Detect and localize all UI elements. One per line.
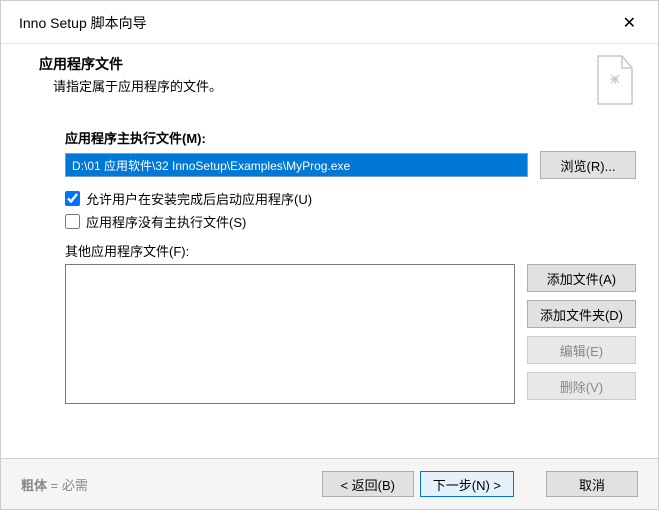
no-main-exec-checkbox[interactable] <box>65 214 80 229</box>
footer-divider <box>520 471 540 497</box>
cancel-button[interactable]: 取消 <box>546 471 638 497</box>
other-files-row: 添加文件(A) 添加文件夹(D) 编辑(E) 删除(V) <box>65 264 636 404</box>
main-exec-label: 应用程序主执行文件(M): <box>65 128 636 147</box>
header-subtitle: 请指定属于应用程序的文件。 <box>39 76 222 95</box>
footer-buttons: < 返回(B) 下一步(N) > 取消 <box>322 471 638 497</box>
other-files-label: 其他应用程序文件(F): <box>65 241 636 260</box>
main-exec-input[interactable] <box>65 153 528 177</box>
titlebar: Inno Setup 脚本向导 ✕ <box>1 1 658 44</box>
content-panel: 应用程序主执行文件(M): 浏览(R)... 允许用户在安装完成后启动应用程序(… <box>1 114 658 458</box>
wizard-header: 应用程序文件 请指定属于应用程序的文件。 <box>1 44 658 114</box>
header-title: 应用程序文件 <box>39 54 222 74</box>
other-files-listbox[interactable] <box>65 264 515 404</box>
page-icon <box>592 54 636 108</box>
footer: 粗体 = 必需 < 返回(B) 下一步(N) > 取消 <box>1 458 658 509</box>
footer-hint: 粗体 = 必需 <box>21 475 322 494</box>
add-folder-button[interactable]: 添加文件夹(D) <box>527 300 636 328</box>
footer-bold-label: 粗体 <box>21 478 47 493</box>
back-button[interactable]: < 返回(B) <box>322 471 414 497</box>
browse-button[interactable]: 浏览(R)... <box>540 151 636 179</box>
allow-launch-row[interactable]: 允许用户在安装完成后启动应用程序(U) <box>65 189 636 208</box>
header-text: 应用程序文件 请指定属于应用程序的文件。 <box>39 54 222 108</box>
allow-launch-label: 允许用户在安装完成后启动应用程序(U) <box>86 189 312 208</box>
add-file-button[interactable]: 添加文件(A) <box>527 264 636 292</box>
allow-launch-checkbox[interactable] <box>65 191 80 206</box>
main-exec-row: 浏览(R)... <box>65 151 636 179</box>
footer-eq: = 必需 <box>51 478 88 493</box>
edit-button: 编辑(E) <box>527 336 636 364</box>
close-icon[interactable]: ✕ <box>615 11 644 35</box>
next-button[interactable]: 下一步(N) > <box>420 471 514 497</box>
remove-button: 删除(V) <box>527 372 636 400</box>
other-files-buttons: 添加文件(A) 添加文件夹(D) 编辑(E) 删除(V) <box>527 264 636 404</box>
no-main-exec-label: 应用程序没有主执行文件(S) <box>86 212 246 231</box>
window-title: Inno Setup 脚本向导 <box>19 13 147 33</box>
no-main-exec-row[interactable]: 应用程序没有主执行文件(S) <box>65 212 636 231</box>
wizard-window: Inno Setup 脚本向导 ✕ 应用程序文件 请指定属于应用程序的文件。 应… <box>0 0 659 510</box>
